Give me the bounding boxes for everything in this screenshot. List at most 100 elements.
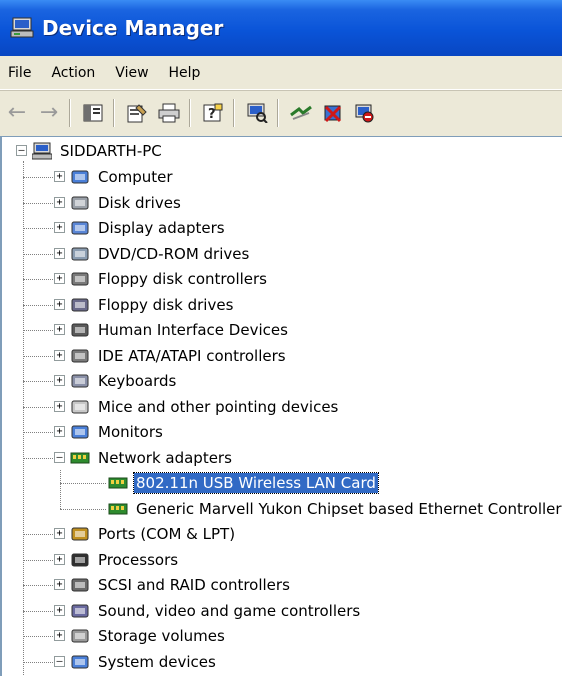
tree-device-label: Generic Marvell Yukon Chipset based Ethe… — [136, 499, 562, 518]
tree-connector — [23, 636, 53, 637]
tree-category[interactable]: Display adapters — [70, 216, 227, 240]
device-manager-icon — [10, 17, 34, 39]
expand-toggle[interactable]: + — [54, 604, 65, 616]
tree-category[interactable]: IDE ATA/ATAPI controllers — [70, 344, 288, 368]
expand-toggle[interactable]: + — [54, 630, 65, 641]
tree-connector — [23, 406, 53, 408]
tree-category-label: Display adapters — [98, 219, 225, 237]
update-driver-icon[interactable] — [286, 98, 316, 128]
disable-device-icon[interactable] — [350, 98, 380, 128]
expand-toggle[interactable]: + — [54, 196, 65, 208]
tree-connector — [23, 304, 53, 306]
uninstall-icon[interactable] — [318, 98, 348, 128]
tree-category[interactable]: Mice and other pointing devices — [70, 395, 340, 419]
tree-category[interactable]: Monitors — [70, 420, 165, 444]
tree-category-label: Disk drives — [98, 193, 181, 212]
tree-category[interactable]: Human Interface Devices — [70, 318, 290, 342]
expand-toggle[interactable]: + — [54, 171, 65, 182]
tree-category-label: System devices — [98, 652, 216, 671]
tree-connector — [23, 534, 53, 535]
expand-toggle[interactable]: + — [54, 298, 65, 310]
root-collapse-toggle[interactable]: – — [16, 145, 27, 156]
scsi-icon — [70, 576, 90, 594]
tree-category[interactable]: Computer — [70, 165, 175, 189]
tree-category-label: Floppy disk drives — [98, 295, 234, 314]
tree-category[interactable]: Ports (COM & LPT) — [70, 522, 237, 546]
expand-toggle[interactable]: + — [54, 349, 65, 361]
port-icon — [70, 525, 90, 543]
tree-root-node[interactable]: SIDDARTH-PC — [31, 139, 164, 163]
toolbar-separator — [277, 98, 279, 127]
tree-connector — [23, 585, 53, 586]
expand-toggle[interactable]: + — [54, 528, 65, 539]
forward-arrow-icon[interactable]: → — [34, 98, 64, 128]
expand-toggle[interactable]: + — [54, 553, 65, 565]
tree-category-label: Human Interface Devices — [98, 321, 288, 339]
tree-category-label: SCSI and RAID controllers — [98, 576, 290, 594]
tree-category-label: Computer — [98, 168, 173, 186]
expand-toggle[interactable]: + — [54, 222, 65, 233]
tree-category[interactable]: Floppy disk drives — [70, 293, 235, 317]
expand-toggle[interactable]: + — [54, 375, 65, 386]
network-adapter-icon — [108, 474, 128, 492]
menu-file[interactable]: File — [0, 59, 41, 87]
system-device-icon — [70, 653, 90, 671]
expand-toggle[interactable]: + — [54, 400, 65, 412]
scan-hardware-icon[interactable] — [242, 98, 272, 128]
tree-category-label: Storage volumes — [98, 627, 225, 645]
hid-icon — [70, 321, 90, 339]
tree-category[interactable]: SCSI and RAID controllers — [70, 573, 292, 597]
tree-category-label: DVD/CD-ROM drives — [98, 244, 250, 263]
sound-icon — [70, 602, 90, 620]
tree-category[interactable]: Keyboards — [70, 369, 178, 393]
title-bar[interactable]: Device Manager — [0, 0, 562, 56]
tree-category[interactable]: Floppy disk controllers — [70, 267, 269, 291]
tree-device-label: 802.11n USB Wireless LAN Card — [133, 472, 379, 494]
tree-connector — [23, 432, 53, 433]
tree-category[interactable]: Processors — [70, 548, 180, 572]
toolbar-separator — [189, 98, 191, 127]
toolbar-separator — [233, 98, 235, 127]
tree-category-label: Network adapters — [98, 448, 232, 467]
tree-category[interactable]: Sound, video and game controllers — [70, 599, 362, 623]
display-adapter-icon — [70, 219, 90, 237]
tree-category[interactable]: Disk drives — [70, 191, 183, 215]
properties-icon[interactable] — [122, 98, 152, 128]
tree-category[interactable]: System devices — [70, 650, 218, 674]
menu-view[interactable]: View — [105, 59, 158, 87]
tree-category-label: IDE ATA/ATAPI controllers — [98, 346, 286, 365]
print-icon[interactable] — [154, 98, 184, 128]
tree-category-label: Sound, video and game controllers — [98, 601, 361, 620]
help-icon[interactable]: ? — [198, 98, 228, 128]
expand-toggle[interactable]: + — [54, 247, 65, 259]
tree-category-label: Processors — [98, 550, 179, 569]
network-adapter-icon — [70, 449, 90, 467]
menu-action[interactable]: Action — [41, 59, 105, 87]
expand-toggle[interactable]: + — [54, 426, 65, 437]
show-hide-console-tree-icon[interactable] — [78, 98, 108, 128]
menu-help[interactable]: Help — [159, 59, 211, 87]
expand-toggle[interactable]: + — [54, 579, 65, 590]
toolbar: ← → ? — [0, 90, 562, 134]
back-arrow-icon[interactable]: ← — [2, 98, 32, 128]
window-title: Device Manager — [42, 16, 224, 40]
tree-category-label: Ports (COM & LPT) — [98, 525, 236, 543]
tree-category-label: Mice and other pointing devices — [98, 397, 339, 416]
collapse-toggle[interactable]: – — [54, 451, 65, 463]
tree-connector — [23, 228, 53, 229]
tree-device[interactable]: Generic Marvell Yukon Chipset based Ethe… — [108, 497, 562, 521]
tree-category[interactable]: Storage volumes — [70, 624, 227, 648]
tree-category[interactable]: Network adapters — [70, 446, 234, 470]
tree-connector — [23, 661, 53, 663]
keyboard-icon — [70, 372, 90, 390]
tree-device[interactable]: 802.11n USB Wireless LAN Card — [108, 471, 379, 495]
tree-connector — [23, 610, 53, 612]
toolbar-separator — [69, 98, 71, 127]
expand-toggle[interactable]: + — [54, 324, 65, 335]
collapse-toggle[interactable]: – — [54, 655, 65, 667]
device-tree[interactable]: – SIDDARTH-PC + Computer + Disk drives + Disp… — [0, 136, 562, 676]
expand-toggle[interactable]: + — [54, 273, 65, 284]
tree-connector — [60, 508, 106, 510]
svg-text:?: ? — [208, 107, 216, 122]
tree-category[interactable]: DVD/CD-ROM drives — [70, 242, 251, 266]
